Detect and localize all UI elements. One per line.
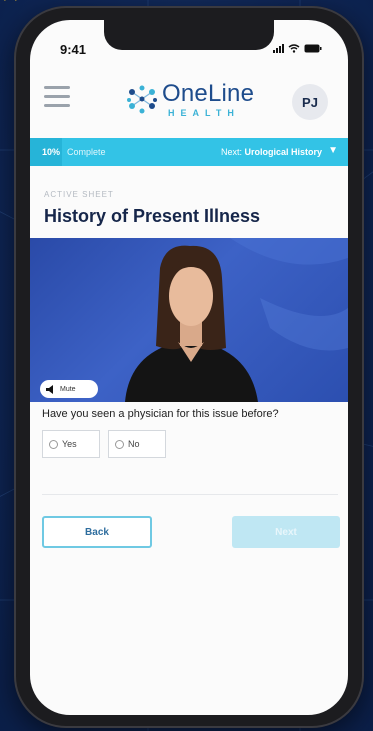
status-icons — [273, 44, 322, 53]
chevron-down-icon[interactable]: ▼ — [328, 145, 338, 156]
video-player[interactable]: Mute — [30, 238, 348, 402]
phone-notch — [104, 20, 274, 50]
app-header: OneLine HEALTH PJ — [30, 66, 348, 134]
wifi-icon — [288, 44, 300, 53]
active-sheet-label: ACTIVE SHEET — [44, 190, 114, 199]
next-section-name: Urological History — [244, 147, 322, 157]
quote-mark-decoration: ” — [0, 0, 28, 34]
oneline-health-logo: OneLine HEALTH — [126, 80, 276, 120]
logo-mark-icon — [127, 85, 157, 114]
next-button[interactable]: Next — [232, 516, 340, 548]
logo-name: OneLine — [162, 80, 255, 107]
speaker-icon — [46, 384, 53, 394]
radio-icon — [115, 439, 124, 449]
option-yes[interactable]: Yes — [42, 430, 100, 458]
option-no[interactable]: No — [108, 430, 166, 458]
mute-label: Mute — [60, 385, 76, 393]
progress-percent: 10% — [42, 147, 61, 157]
question-text: Have you seen a physician for this issue… — [42, 408, 279, 420]
battery-icon — [304, 44, 322, 53]
next-section[interactable]: Next: Urological History — [221, 147, 322, 157]
back-button[interactable]: Back — [42, 516, 152, 548]
divider — [42, 494, 338, 495]
status-time: 9:41 — [60, 42, 87, 57]
signal-icon — [273, 44, 284, 53]
mute-button[interactable]: Mute — [40, 380, 98, 398]
phone-frame: 9:41 OneLine HEALTH PJ 10% Complete Next… — [14, 6, 364, 728]
menu-icon[interactable] — [44, 86, 70, 108]
option-label: Yes — [62, 439, 77, 449]
progress-label: Complete — [67, 147, 106, 157]
page-title: History of Present Illness — [44, 206, 261, 226]
next-prefix: Next: — [220, 147, 242, 157]
progress-bar: 10% Complete Next: Urological History ▼ — [30, 138, 348, 166]
option-label: No — [128, 439, 140, 449]
phone-screen: 9:41 OneLine HEALTH PJ 10% Complete Next… — [30, 20, 348, 715]
user-avatar[interactable]: PJ — [292, 84, 328, 120]
logo-subtitle: HEALTH — [168, 108, 240, 118]
video-avatar-image — [125, 238, 348, 402]
radio-icon — [49, 439, 58, 449]
